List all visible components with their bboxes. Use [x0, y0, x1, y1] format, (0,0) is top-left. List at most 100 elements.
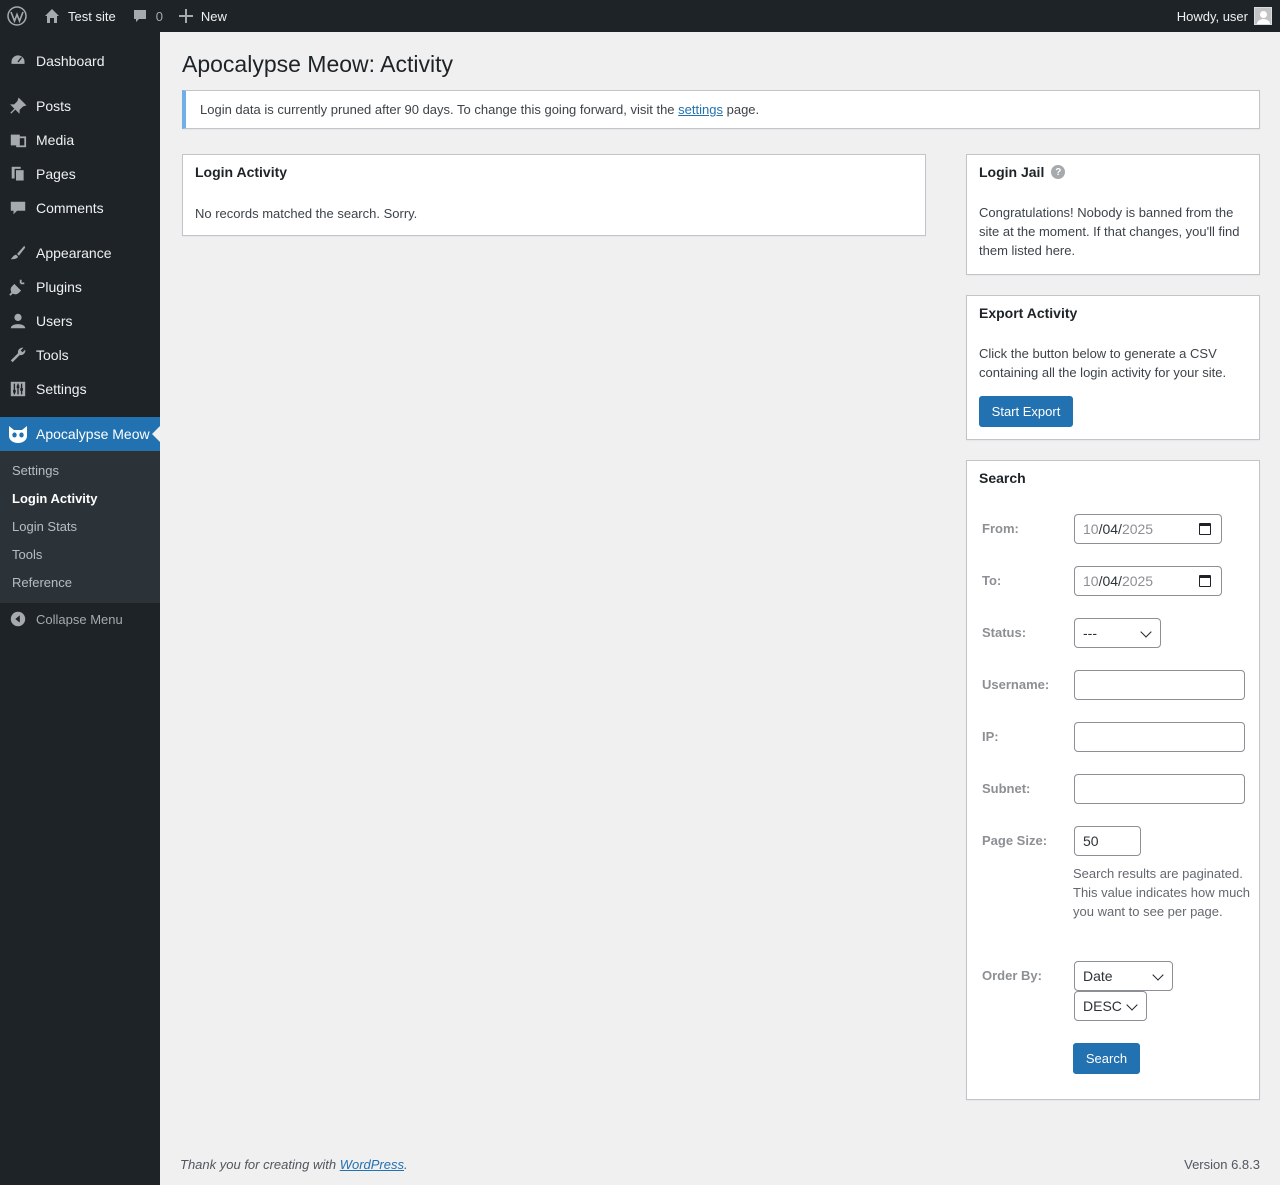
help-icon[interactable]: ?: [1051, 165, 1066, 179]
search-button[interactable]: Search: [1073, 1043, 1140, 1074]
media-icon: [0, 131, 36, 149]
login-activity-title: Login Activity: [195, 164, 288, 180]
from-year: 2025: [1121, 521, 1154, 537]
chevron-down-icon: [1152, 969, 1164, 981]
wordpress-link[interactable]: WordPress: [340, 1157, 404, 1172]
new-label: New: [200, 8, 227, 24]
username-label: Username:: [982, 677, 1050, 692]
menu-tools[interactable]: Tools: [0, 338, 160, 372]
sliders-icon: [0, 380, 36, 398]
order-by-select[interactable]: Date: [1074, 961, 1173, 991]
ip-label: IP:: [982, 729, 999, 744]
menu-label: Settings: [36, 381, 87, 397]
brush-icon: [0, 244, 36, 262]
subnet-label: Subnet:: [982, 781, 1031, 796]
menu-apocalypse-meow[interactable]: Apocalypse Meow: [0, 417, 160, 451]
to-day: 04: [1102, 573, 1119, 589]
site-name-link[interactable]: Test site: [36, 0, 124, 32]
subnet-input[interactable]: [1074, 774, 1245, 804]
menu-pages[interactable]: Pages: [0, 157, 160, 191]
login-activity-box: Login Activity No records matched the se…: [182, 154, 926, 236]
chevron-down-icon: [1126, 999, 1138, 1011]
from-label: From:: [982, 521, 1019, 536]
submenu-tools[interactable]: Tools: [12, 547, 42, 562]
menu-label: Appearance: [36, 245, 112, 261]
menu-media[interactable]: Media: [0, 123, 160, 157]
menu-dashboard[interactable]: Dashboard: [0, 44, 160, 78]
cat-icon: [0, 424, 36, 444]
wrench-icon: [0, 346, 36, 364]
chevron-down-icon: [1140, 626, 1152, 638]
username-input[interactable]: [1074, 670, 1245, 700]
to-label: To:: [982, 573, 1002, 588]
export-activity-title: Export Activity: [979, 305, 1078, 321]
export-message: Click the button below to generate a CSV…: [979, 346, 1227, 380]
login-jail-title: Login Jail: [979, 164, 1045, 180]
avatar: [1254, 7, 1272, 25]
menu-label: Media: [36, 132, 75, 148]
comments-link[interactable]: 0: [124, 0, 171, 32]
to-year: 2025: [1121, 573, 1154, 589]
submenu-login-activity[interactable]: Login Activity: [12, 491, 97, 506]
dashboard-icon: [0, 52, 36, 70]
menu-users[interactable]: Users: [0, 304, 160, 338]
from-date-input[interactable]: 10/04/2025: [1074, 514, 1222, 544]
search-box: Search From: 10/04/2025 To: 10/04/2025 S…: [966, 460, 1260, 1100]
home-icon: [44, 8, 60, 24]
collapse-arrow-icon: [0, 610, 36, 628]
collapse-label: Collapse Menu: [36, 611, 123, 627]
notice-settings-link[interactable]: settings: [678, 102, 723, 117]
to-date-input[interactable]: 10/04/2025: [1074, 566, 1222, 596]
plus-icon: [178, 9, 193, 23]
apocalypse-meow-submenu: Settings Login Activity Login Stats Tool…: [0, 451, 160, 603]
menu-posts[interactable]: Posts: [0, 89, 160, 123]
menu-comments[interactable]: Comments: [0, 191, 160, 225]
footer-thankyou: Thank you for creating with WordPress.: [180, 1157, 408, 1172]
order-by-value: Date: [1083, 968, 1113, 984]
comment-icon: [132, 8, 148, 24]
to-month: 10: [1083, 573, 1099, 589]
submenu-settings[interactable]: Settings: [12, 463, 59, 478]
calendar-icon[interactable]: [1199, 523, 1211, 535]
from-month: 10: [1083, 521, 1099, 537]
order-direction-select[interactable]: DESC: [1074, 991, 1147, 1021]
page-title: Apocalypse Meow: Activity: [182, 51, 454, 77]
pin-icon: [0, 97, 36, 115]
new-content-link[interactable]: New: [171, 0, 235, 32]
footer-text: Thank you for creating with: [180, 1157, 337, 1172]
notice-text: Login data is currently pruned after 90 …: [200, 102, 675, 117]
login-jail-heading: Login Jail ?: [979, 164, 1066, 180]
pages-icon: [0, 165, 36, 183]
menu-label: Tools: [36, 347, 69, 363]
site-name: Test site: [68, 8, 116, 24]
page-size-value: 50: [1083, 833, 1099, 849]
collapse-menu-button[interactable]: Collapse Menu: [0, 607, 160, 631]
calendar-icon[interactable]: [1199, 575, 1211, 587]
admin-bar: Test site 0 New Howdy, user: [0, 0, 1280, 32]
login-jail-message: Congratulations! Nobody is banned from t…: [979, 205, 1240, 258]
status-select[interactable]: ---: [1074, 618, 1161, 648]
start-export-button[interactable]: Start Export: [979, 396, 1073, 427]
submenu-reference[interactable]: Reference: [12, 575, 72, 590]
page-size-label: Page Size:: [982, 833, 1048, 848]
ip-input[interactable]: [1074, 722, 1245, 752]
menu-label: Posts: [36, 98, 72, 114]
notice-text-end: page.: [726, 102, 760, 117]
plug-icon: [0, 278, 36, 296]
menu-appearance[interactable]: Appearance: [0, 236, 160, 270]
comment-icon: [0, 199, 36, 217]
menu-label: Users: [36, 313, 73, 329]
export-activity-box: Export Activity Click the button below t…: [966, 295, 1260, 440]
order-by-label: Order By:: [982, 968, 1042, 983]
submenu-login-stats[interactable]: Login Stats: [12, 519, 77, 534]
wordpress-logo-icon[interactable]: [0, 0, 36, 32]
menu-label: Pages: [36, 166, 76, 182]
page-size-input[interactable]: 50: [1074, 826, 1141, 856]
menu-settings[interactable]: Settings: [0, 372, 160, 406]
menu-plugins[interactable]: Plugins: [0, 270, 160, 304]
my-account[interactable]: Howdy, user: [1177, 0, 1280, 32]
greeting: Howdy, user: [1176, 8, 1248, 24]
admin-menu: Dashboard Posts Media Pages Comments App…: [0, 32, 160, 1185]
no-records-message: No records matched the search. Sorry.: [195, 206, 418, 221]
status-label: Status:: [982, 625, 1027, 640]
